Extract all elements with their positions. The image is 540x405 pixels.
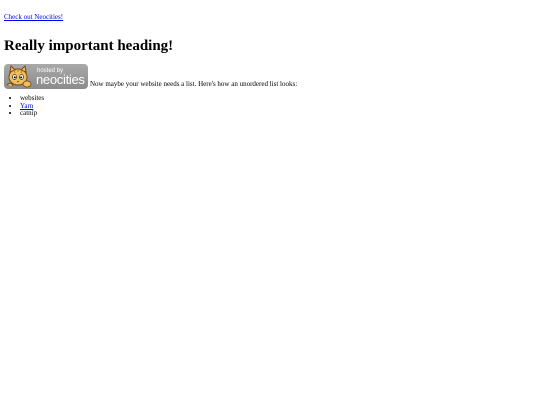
hosted-by-neocities-badge[interactable]: hosted by neocities <box>4 64 88 89</box>
badge-neocities-text: neocities <box>36 72 85 87</box>
list-item-websites: websites <box>20 94 536 103</box>
neocities-link[interactable]: Check out Neocities! <box>4 13 63 22</box>
list-item-label: catnip <box>20 109 38 117</box>
list-item-yarn: Yarn <box>20 102 536 111</box>
unordered-list: websites Yarn catnip <box>4 94 536 118</box>
intro-paragraph: hosted by neocities Now maybe your websi… <box>4 64 536 89</box>
page-heading: Really important heading! <box>4 38 174 54</box>
intro-text: Now maybe your website needs a list. Her… <box>90 80 298 88</box>
page-content: Check out Neocities! Really important he… <box>0 0 540 118</box>
neocities-cat-icon <box>6 65 32 88</box>
list-item-catnip: catnip <box>20 109 536 118</box>
